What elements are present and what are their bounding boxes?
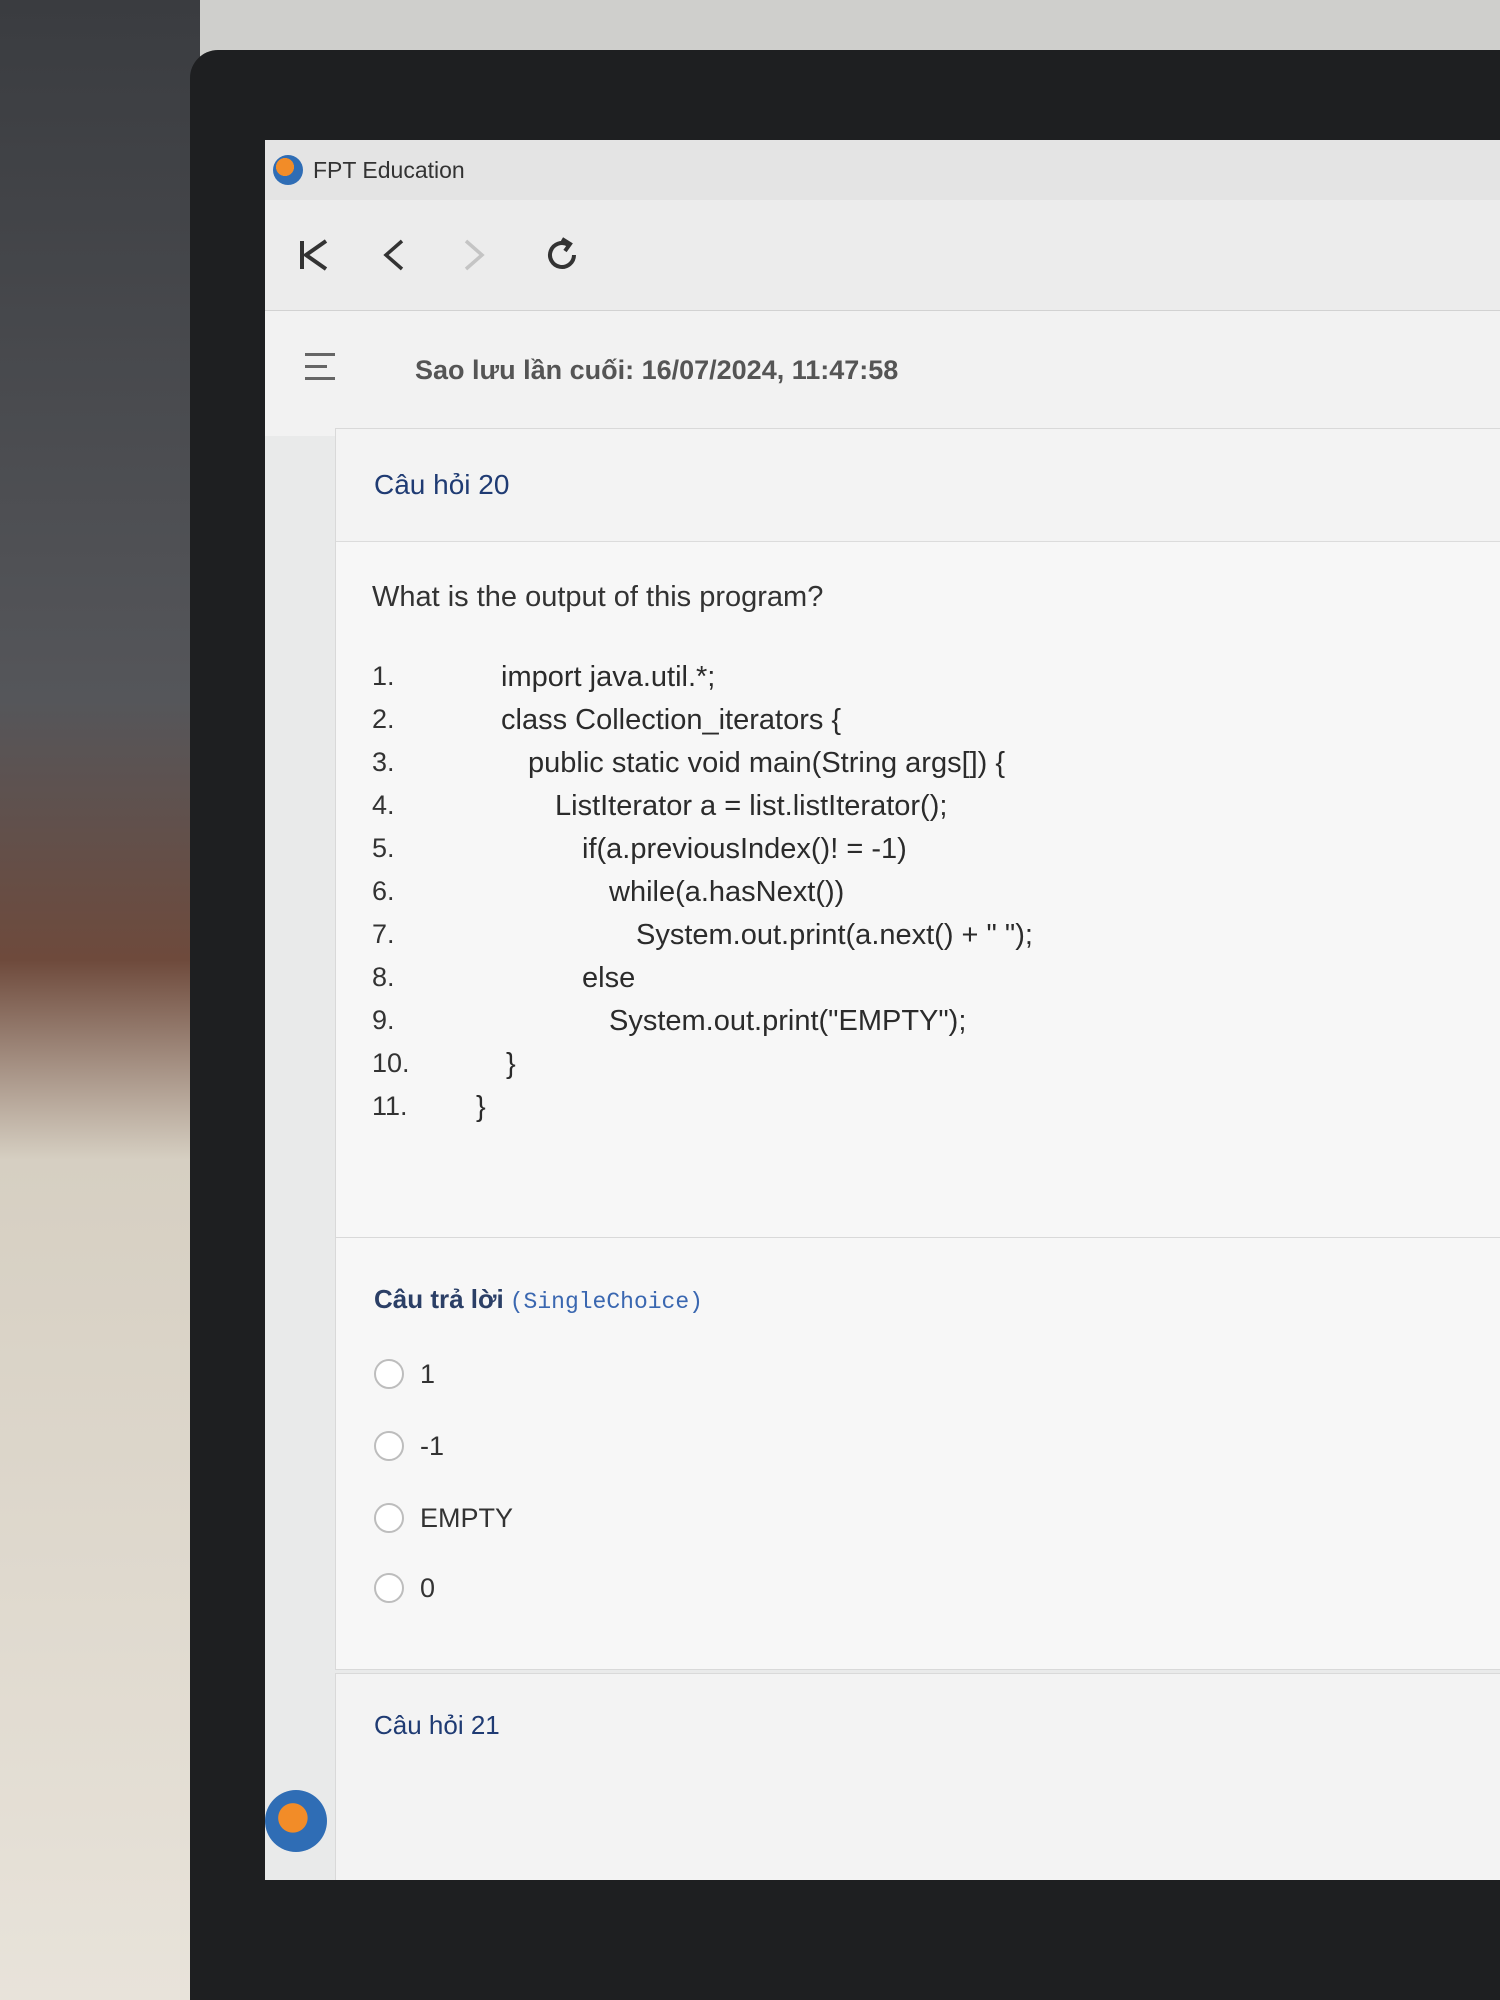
code-text: else xyxy=(582,962,636,994)
exam-header: Sao lưu lần cuối: 16/07/2024, 11:47:58 xyxy=(265,311,1500,436)
radio-button[interactable] xyxy=(374,1359,404,1389)
option-label: -1 xyxy=(420,1430,445,1461)
section-divider xyxy=(336,1237,1500,1238)
forward-button[interactable] xyxy=(447,228,501,282)
line-number: 11. xyxy=(372,1091,408,1121)
next-question-card: Câu hỏi 21 xyxy=(335,1673,1500,1880)
background-desk xyxy=(0,0,200,2000)
question-title: Câu hỏi 20 xyxy=(374,469,510,500)
back-button[interactable] xyxy=(367,228,421,282)
window-title: FPT Education xyxy=(313,156,465,183)
line-number: 10. xyxy=(372,1048,410,1078)
question-card: Câu hỏi 20 What is the output of this pr… xyxy=(335,428,1500,1670)
code-text: class Collection_iterators { xyxy=(501,704,842,736)
answer-option[interactable]: 0 xyxy=(374,1568,435,1608)
code-text: if(a.previousIndex()! = -1) xyxy=(582,833,907,865)
radio-button[interactable] xyxy=(374,1431,404,1461)
last-saved-status: Sao lưu lần cuối: 16/07/2024, 11:47:58 xyxy=(415,355,899,385)
code-text: public static void main(String args[]) { xyxy=(528,747,1006,779)
code-text: } xyxy=(506,1048,516,1080)
question-text: What is the output of this program? xyxy=(372,581,824,613)
skip-to-start-icon[interactable] xyxy=(287,228,341,282)
answer-heading: Câu trả lời (SingleChoice) xyxy=(374,1284,703,1315)
answer-option[interactable]: 1 xyxy=(374,1354,435,1394)
app-window: FPT Education Sao lưu lần cuối: 16/07/20… xyxy=(265,140,1500,1880)
radio-button[interactable] xyxy=(374,1573,404,1603)
line-number: 1. xyxy=(372,661,395,691)
line-number: 6. xyxy=(372,876,395,906)
line-number: 5. xyxy=(372,833,395,863)
line-number: 9. xyxy=(372,1005,395,1035)
refresh-button[interactable] xyxy=(535,228,589,282)
refresh-icon xyxy=(548,237,576,269)
code-text: System.out.print(a.next() + " "); xyxy=(636,919,1033,951)
taskbar-app-icon[interactable] xyxy=(265,1790,327,1852)
line-number: 2. xyxy=(372,704,395,734)
option-label: 1 xyxy=(420,1358,436,1389)
hamburger-menu-icon[interactable] xyxy=(305,349,345,389)
code-text: import java.util.*; xyxy=(501,661,716,693)
question-header: Câu hỏi 20 xyxy=(336,429,1500,542)
code-text: while(a.hasNext()) xyxy=(609,876,845,908)
chevron-right-icon xyxy=(464,239,485,271)
next-question-title: Câu hỏi 21 xyxy=(374,1710,500,1740)
code-text: } xyxy=(476,1091,486,1123)
option-label: EMPTY xyxy=(420,1502,514,1533)
answer-option[interactable]: -1 xyxy=(374,1426,444,1466)
line-number: 3. xyxy=(372,747,395,777)
code-text: System.out.print("EMPTY"); xyxy=(609,1005,967,1037)
radio-button[interactable] xyxy=(374,1503,404,1533)
line-number: 4. xyxy=(372,790,395,820)
chevron-left-icon xyxy=(383,239,404,271)
title-bar: FPT Education xyxy=(265,140,1500,200)
option-label: 0 xyxy=(420,1572,436,1603)
answer-heading-label: Câu trả lời xyxy=(374,1284,504,1314)
line-number: 7. xyxy=(372,919,395,949)
toolbar xyxy=(265,200,1500,311)
app-logo-icon xyxy=(273,155,303,185)
code-text: ListIterator a = list.listIterator(); xyxy=(555,790,948,822)
answer-type: (SingleChoice) xyxy=(509,1289,703,1315)
line-number: 8. xyxy=(372,962,395,992)
answer-option[interactable]: EMPTY xyxy=(374,1498,513,1538)
